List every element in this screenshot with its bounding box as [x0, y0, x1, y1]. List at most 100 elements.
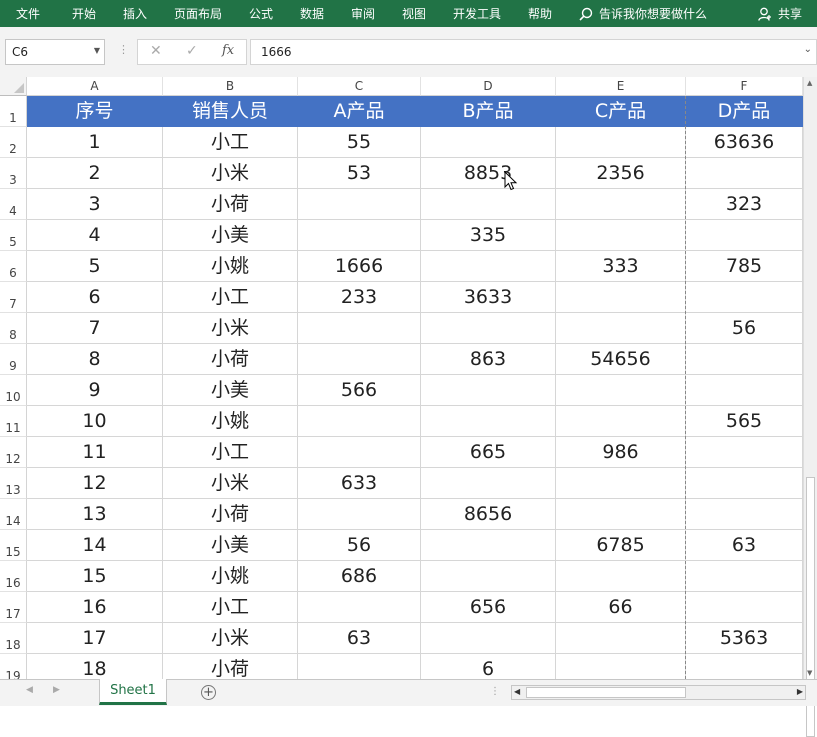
- row-header[interactable]: 17: [0, 592, 27, 623]
- cell-c[interactable]: [298, 592, 421, 623]
- enter-check-icon[interactable]: ✓: [186, 43, 198, 59]
- cell-b[interactable]: 小工: [163, 437, 298, 468]
- cell-e[interactable]: 66: [556, 592, 686, 623]
- cell-a[interactable]: 16: [27, 592, 163, 623]
- cell-b[interactable]: 小荷: [163, 344, 298, 375]
- expand-chevron-icon[interactable]: ⌄: [804, 44, 812, 55]
- tab-home[interactable]: 开始: [72, 5, 96, 22]
- cell-b[interactable]: 小姚: [163, 251, 298, 282]
- cell-a[interactable]: 10: [27, 406, 163, 437]
- cell-c[interactable]: [298, 499, 421, 530]
- cell-a[interactable]: 7: [27, 313, 163, 344]
- header-cell-e[interactable]: C产品: [556, 96, 686, 127]
- tab-developer[interactable]: 开发工具: [453, 5, 501, 22]
- cell-e[interactable]: [556, 313, 686, 344]
- cell-c[interactable]: [298, 189, 421, 220]
- cell-d[interactable]: 665: [421, 437, 556, 468]
- cell-e[interactable]: 2356: [556, 158, 686, 189]
- cell-e[interactable]: [556, 282, 686, 313]
- drag-handle-icon[interactable]: ⋮: [118, 43, 129, 56]
- cell-f[interactable]: [686, 654, 803, 679]
- tab-view[interactable]: 视图: [402, 5, 426, 22]
- cell-b[interactable]: 小荷: [163, 654, 298, 679]
- name-box[interactable]: C6 ▼: [5, 39, 105, 65]
- cell-a[interactable]: 15: [27, 561, 163, 592]
- cell-d[interactable]: [421, 251, 556, 282]
- cell-a[interactable]: 4: [27, 220, 163, 251]
- cell-e[interactable]: [556, 406, 686, 437]
- cell-a[interactable]: 5: [27, 251, 163, 282]
- cell-e[interactable]: 986: [556, 437, 686, 468]
- horizontal-scrollbar[interactable]: ◀ ▶: [511, 685, 806, 700]
- cell-f[interactable]: [686, 499, 803, 530]
- cell-f[interactable]: 785: [686, 251, 803, 282]
- row-header[interactable]: 2: [0, 127, 27, 158]
- cell-b[interactable]: 小工: [163, 127, 298, 158]
- tell-me-search[interactable]: 告诉我你想要做什么: [579, 5, 707, 22]
- column-header-c[interactable]: C: [298, 77, 421, 96]
- cell-c[interactable]: 53: [298, 158, 421, 189]
- prev-sheet-icon[interactable]: ◀: [26, 685, 33, 695]
- cell-d[interactable]: 8853: [421, 158, 556, 189]
- cell-d[interactable]: [421, 623, 556, 654]
- cell-d[interactable]: [421, 313, 556, 344]
- cell-c[interactable]: [298, 220, 421, 251]
- scroll-up-icon[interactable]: ▲: [807, 79, 812, 87]
- cell-c[interactable]: 566: [298, 375, 421, 406]
- cell-f[interactable]: [686, 468, 803, 499]
- column-header-f[interactable]: F: [686, 77, 803, 96]
- cell-c[interactable]: 63: [298, 623, 421, 654]
- header-cell-a[interactable]: 序号: [27, 96, 163, 127]
- cell-a[interactable]: 13: [27, 499, 163, 530]
- scroll-left-icon[interactable]: ◀: [514, 687, 520, 696]
- row-header[interactable]: 1: [0, 96, 27, 127]
- row-header[interactable]: 6: [0, 251, 27, 282]
- chevron-down-icon[interactable]: ▼: [94, 46, 100, 55]
- cell-a[interactable]: 2: [27, 158, 163, 189]
- cell-b[interactable]: 小米: [163, 158, 298, 189]
- cell-b[interactable]: 小工: [163, 282, 298, 313]
- split-handle-icon[interactable]: ⋮: [490, 686, 500, 697]
- tab-help[interactable]: 帮助: [528, 5, 552, 22]
- row-header[interactable]: 7: [0, 282, 27, 313]
- cell-e[interactable]: [556, 220, 686, 251]
- cell-c[interactable]: 233: [298, 282, 421, 313]
- row-header[interactable]: 4: [0, 189, 27, 220]
- cell-f[interactable]: [686, 375, 803, 406]
- sheet-tab-sheet1[interactable]: Sheet1: [99, 679, 167, 705]
- cell-d[interactable]: 863: [421, 344, 556, 375]
- next-sheet-icon[interactable]: ▶: [53, 685, 60, 695]
- cell-d[interactable]: 335: [421, 220, 556, 251]
- cell-a[interactable]: 14: [27, 530, 163, 561]
- cell-e[interactable]: [556, 127, 686, 158]
- cell-d[interactable]: [421, 127, 556, 158]
- select-all-corner[interactable]: [0, 77, 27, 96]
- cell-b[interactable]: 小姚: [163, 561, 298, 592]
- cell-f[interactable]: 565: [686, 406, 803, 437]
- tab-page-layout[interactable]: 页面布局: [174, 5, 222, 22]
- row-header[interactable]: 16: [0, 561, 27, 592]
- cell-e[interactable]: 54656: [556, 344, 686, 375]
- cell-c[interactable]: 56: [298, 530, 421, 561]
- cell-f[interactable]: 63: [686, 530, 803, 561]
- tab-file[interactable]: 文件: [16, 5, 40, 22]
- cell-d[interactable]: [421, 375, 556, 406]
- cell-e[interactable]: [556, 654, 686, 679]
- vertical-scrollbar[interactable]: ▲ ▼: [803, 77, 817, 737]
- cell-a[interactable]: 12: [27, 468, 163, 499]
- cell-d[interactable]: [421, 189, 556, 220]
- cell-a[interactable]: 3: [27, 189, 163, 220]
- cell-d[interactable]: [421, 406, 556, 437]
- cell-d[interactable]: 8656: [421, 499, 556, 530]
- cell-b[interactable]: 小米: [163, 623, 298, 654]
- cell-e[interactable]: [556, 468, 686, 499]
- cell-a[interactable]: 18: [27, 654, 163, 679]
- cell-e[interactable]: [556, 499, 686, 530]
- row-header[interactable]: 18: [0, 623, 27, 654]
- row-header[interactable]: 8: [0, 313, 27, 344]
- column-header-d[interactable]: D: [421, 77, 556, 96]
- header-cell-b[interactable]: 销售人员: [163, 96, 298, 127]
- insert-function-icon[interactable]: fx: [222, 43, 234, 58]
- cell-c[interactable]: [298, 406, 421, 437]
- row-header[interactable]: 9: [0, 344, 27, 375]
